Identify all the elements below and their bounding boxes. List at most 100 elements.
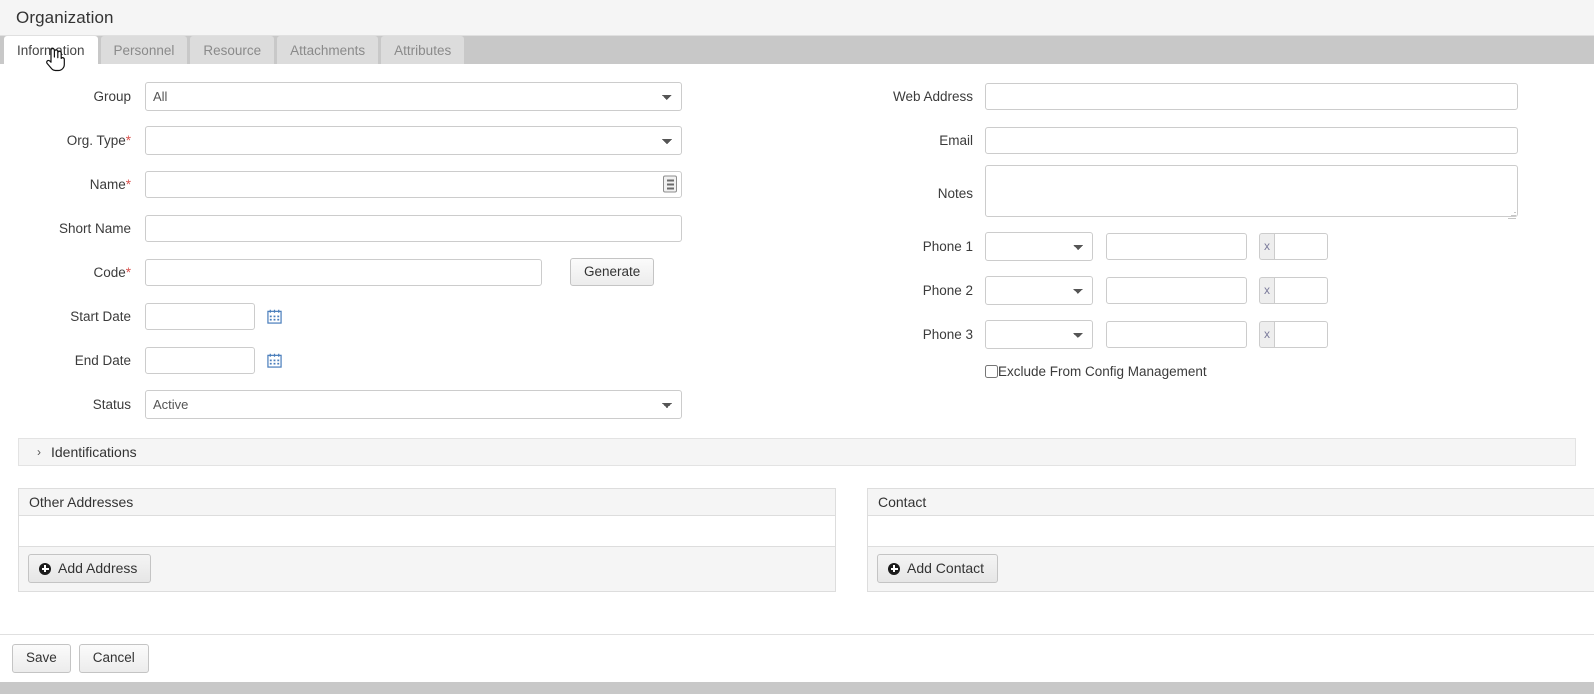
phone-1-extension-group: x — [1259, 232, 1328, 260]
tab-resource-label: Resource — [203, 42, 262, 58]
tab-attachments-label: Attachments — [290, 42, 366, 58]
name-input-wrapper — [145, 170, 682, 198]
short-name-control — [145, 214, 682, 242]
notes-label: Notes — [937, 185, 973, 201]
start-date-control — [145, 302, 282, 330]
org-type-control — [145, 125, 682, 155]
page-title: Organization — [16, 7, 114, 27]
calendar-icon[interactable] — [267, 309, 282, 324]
status-select[interactable]: Active — [145, 389, 682, 419]
phone-3-number-input[interactable] — [1106, 320, 1247, 348]
bottom-strip — [0, 682, 1594, 694]
notes-textarea[interactable] — [985, 164, 1518, 217]
end-date-label: End Date — [74, 352, 131, 368]
calendar-icon[interactable] — [267, 353, 282, 368]
code-control: Generate — [145, 257, 655, 287]
other-addresses-footer: Add Address — [19, 547, 835, 592]
notes-textarea-wrapper — [985, 164, 1518, 222]
field-row-code: Code* Generate — [0, 250, 840, 294]
group-control: All — [145, 81, 682, 111]
identifications-accordion[interactable]: › Identifications — [18, 438, 1576, 466]
contact-title: Contact — [868, 489, 1594, 516]
form-column-right: Web Address Email Notes Phone 1 x Phone … — [840, 74, 1594, 426]
phone-2-label: Phone 2 — [922, 282, 973, 298]
short-name-input[interactable] — [145, 214, 682, 242]
phone-2-extension-group: x — [1259, 276, 1328, 304]
email-input[interactable] — [985, 126, 1518, 154]
end-date-control — [145, 346, 282, 374]
status-label: Status — [92, 396, 131, 412]
field-row-end-date: End Date — [0, 338, 840, 382]
notes-control — [985, 164, 1518, 222]
group-select[interactable]: All — [145, 81, 682, 111]
field-row-web-address: Web Address — [840, 74, 1594, 118]
short-name-label: Short Name — [58, 220, 131, 236]
tab-resource[interactable]: Resource — [190, 36, 275, 64]
phone-1-extension-prefix: x — [1259, 232, 1274, 260]
phone-2-extension-prefix: x — [1259, 276, 1274, 304]
cancel-button[interactable]: Cancel — [78, 644, 149, 673]
email-label: Email — [939, 132, 973, 148]
tab-personnel[interactable]: Personnel — [100, 36, 188, 64]
field-row-start-date: Start Date — [0, 294, 840, 338]
phone-3-type-select[interactable] — [985, 319, 1093, 349]
field-row-group: Group All — [0, 74, 840, 118]
contact-footer: Add Contact — [868, 547, 1594, 592]
phone-2-type-select[interactable] — [985, 275, 1093, 305]
field-row-status: Status Active — [0, 382, 840, 426]
email-control — [985, 126, 1518, 154]
chevron-right-icon: › — [37, 445, 41, 459]
end-date-input[interactable] — [145, 346, 255, 374]
other-addresses-panel: Other Addresses Add Address — [18, 488, 836, 593]
add-contact-button[interactable]: Add Contact — [877, 554, 999, 584]
start-date-input[interactable] — [145, 302, 255, 330]
form-content: Group All Org. Type* Name* Short Name Co… — [0, 64, 1594, 593]
phone-2-extension-input[interactable] — [1274, 276, 1328, 304]
exclude-config-checkbox[interactable] — [985, 364, 998, 378]
start-date-label: Start Date — [70, 308, 131, 324]
name-label: Name* — [0, 177, 145, 192]
org-type-required-marker: * — [125, 132, 131, 148]
list-picker-icon[interactable] — [663, 175, 677, 193]
name-label-text: Name — [89, 176, 126, 192]
phone-1-label: Phone 1 — [922, 238, 973, 254]
phone-3-extension-prefix: x — [1259, 320, 1274, 348]
other-addresses-list — [19, 516, 835, 547]
web-address-input[interactable] — [985, 82, 1518, 110]
generate-button[interactable]: Generate — [570, 257, 655, 287]
code-input[interactable] — [145, 258, 542, 286]
phone-3-extension-input[interactable] — [1274, 320, 1328, 348]
field-row-short-name: Short Name — [0, 206, 840, 250]
form-footer: Save Cancel — [0, 634, 1594, 682]
status-control: Active — [145, 389, 682, 419]
code-label-text: Code — [93, 264, 126, 280]
phone-1-number-input[interactable] — [1106, 232, 1247, 260]
field-row-notes: Notes — [840, 162, 1594, 224]
phone-2-control: x — [985, 275, 1328, 305]
name-input[interactable] — [145, 170, 682, 198]
field-row-phone-1: Phone 1 x — [840, 224, 1594, 268]
phone-1-type-select[interactable] — [985, 231, 1093, 261]
org-type-label: Org. Type* — [0, 133, 145, 148]
form-grid: Group All Org. Type* Name* Short Name Co… — [0, 74, 1594, 426]
tab-attributes-label: Attributes — [394, 42, 452, 58]
other-addresses-title: Other Addresses — [19, 489, 835, 516]
name-required-marker: * — [125, 176, 131, 192]
tab-personnel-label: Personnel — [113, 42, 175, 58]
org-type-select[interactable] — [145, 125, 682, 155]
web-address-label: Web Address — [892, 88, 973, 104]
field-row-phone-2: Phone 2 x — [840, 268, 1594, 312]
tab-attachments[interactable]: Attachments — [277, 36, 379, 64]
save-button[interactable]: Save — [12, 644, 71, 673]
plus-circle-icon — [39, 562, 51, 575]
tab-information[interactable]: Information — [4, 36, 98, 64]
field-row-email: Email — [840, 118, 1594, 162]
group-label: Group — [93, 88, 131, 104]
phone-1-extension-input[interactable] — [1274, 232, 1328, 260]
code-required-marker: * — [125, 264, 131, 280]
add-address-button[interactable]: Add Address — [28, 554, 152, 584]
phone-2-number-input[interactable] — [1106, 276, 1247, 304]
plus-circle-icon — [888, 562, 900, 575]
tab-attributes[interactable]: Attributes — [381, 36, 465, 64]
exclude-config-label[interactable]: Exclude From Config Management — [998, 364, 1207, 379]
